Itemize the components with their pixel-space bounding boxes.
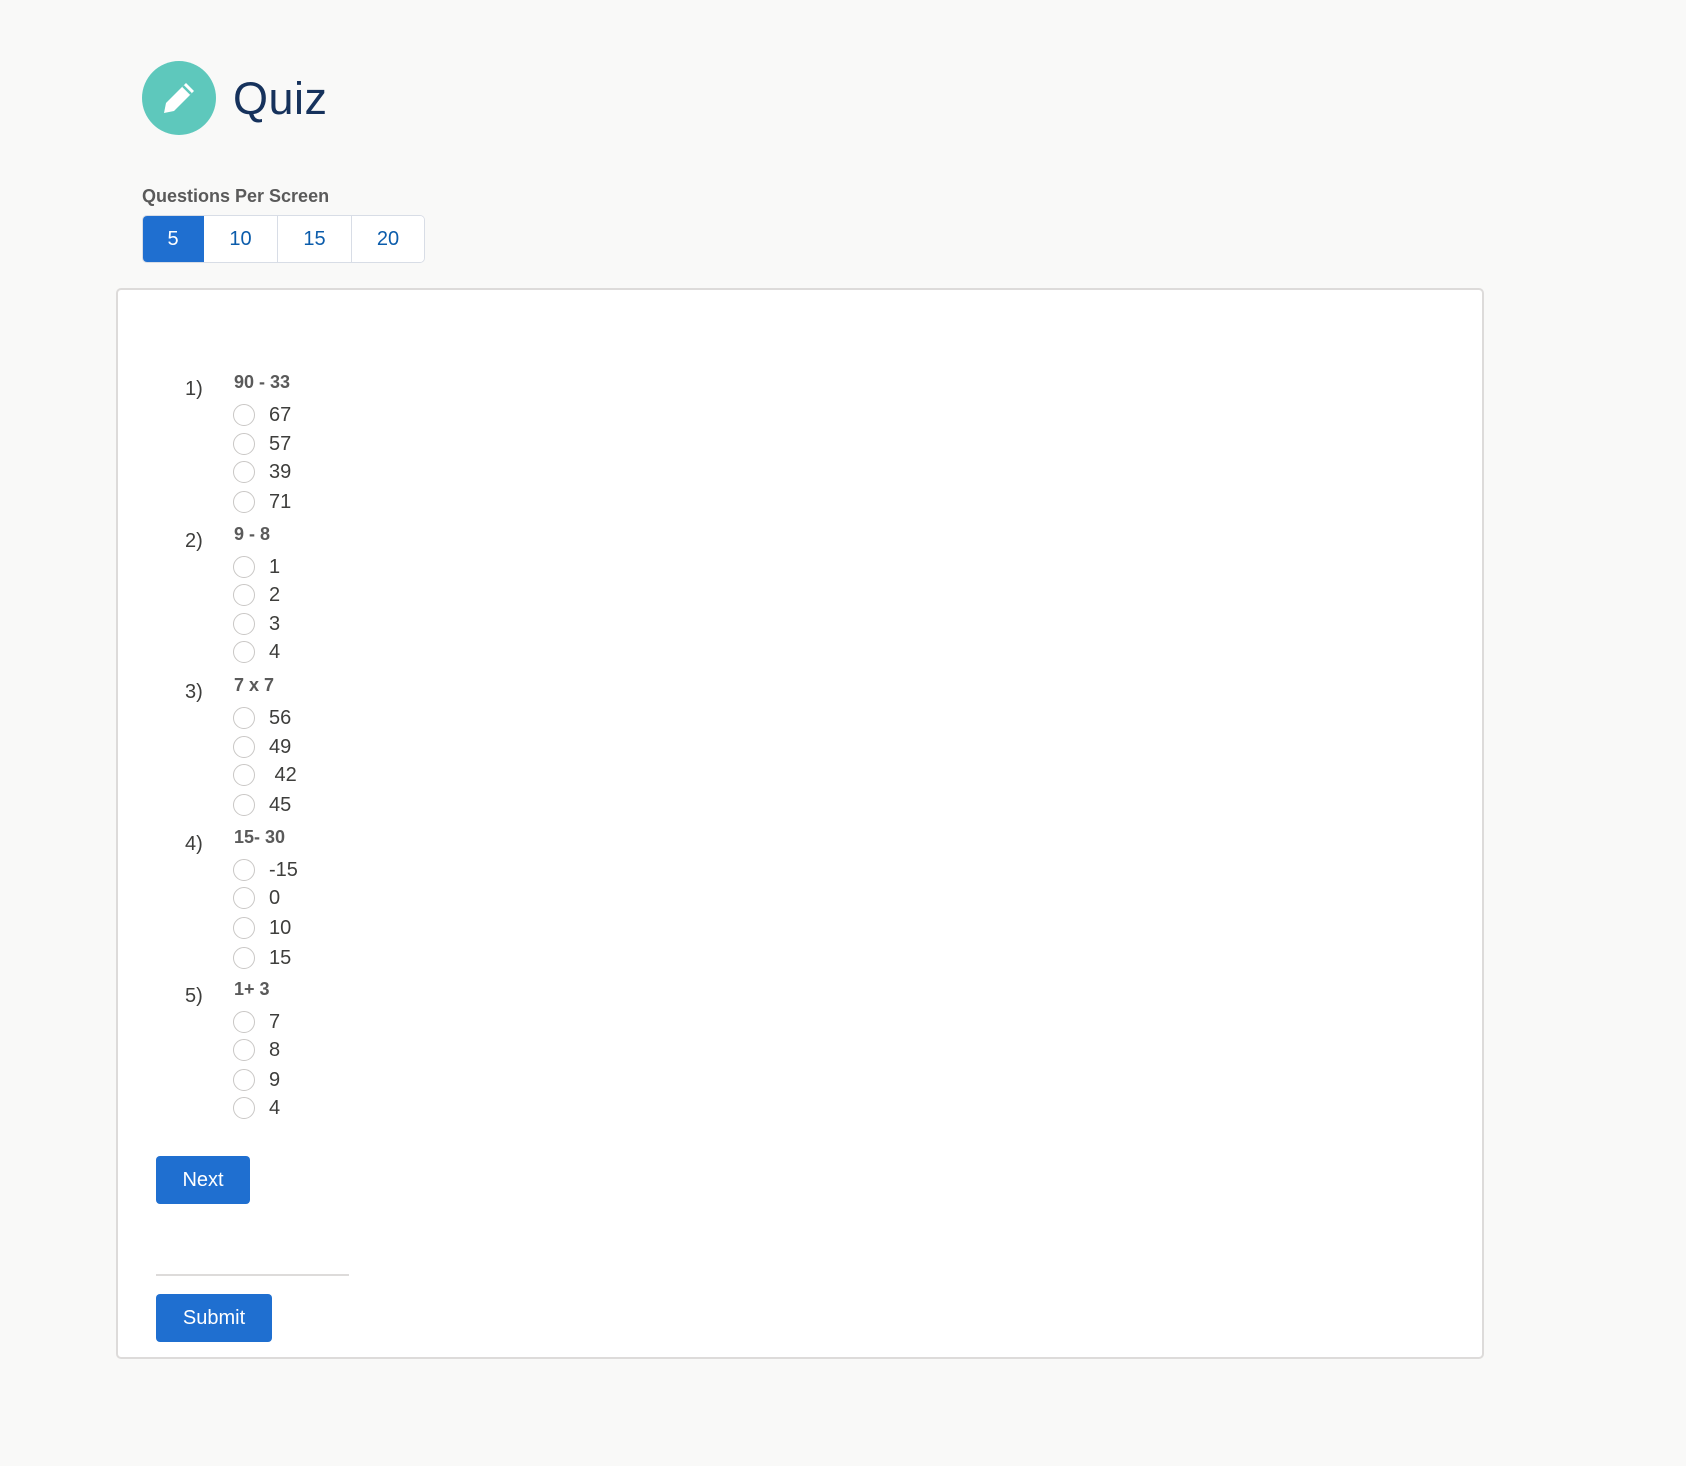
radio-button[interactable]: [233, 1039, 255, 1061]
question-number: 4): [185, 833, 203, 855]
answer-option[interactable]: 45: [233, 791, 291, 819]
qps-option-15[interactable]: 15: [278, 216, 352, 262]
answer-option[interactable]: 71: [233, 488, 291, 516]
answer-label: 2: [269, 583, 281, 606]
answer-option[interactable]: 15: [233, 944, 291, 972]
radio-button[interactable]: [233, 887, 255, 909]
question-number: 1): [185, 378, 203, 400]
questions-per-screen-label: Questions Per Screen: [142, 186, 330, 206]
radio-button[interactable]: [233, 794, 255, 816]
answer-label: 4: [269, 1096, 281, 1119]
answer-label: -15: [269, 858, 298, 881]
radio-button[interactable]: [233, 917, 255, 939]
answer-option[interactable]: 8: [233, 1036, 280, 1064]
qps-option-20[interactable]: 20: [352, 216, 424, 262]
answer-label: 0: [269, 886, 281, 909]
answer-label: 45: [269, 793, 292, 816]
radio-button[interactable]: [233, 641, 255, 663]
answer-option[interactable]: 4: [233, 638, 280, 666]
answer-label: 57: [269, 432, 292, 455]
question-number: 3): [185, 681, 203, 703]
answer-label: 67: [269, 403, 292, 426]
radio-button[interactable]: [233, 613, 255, 635]
next-button[interactable]: Next: [156, 1156, 250, 1204]
divider: [156, 1274, 349, 1276]
pencil-icon: [142, 61, 216, 135]
answer-option[interactable]: 9: [233, 1066, 280, 1094]
radio-button[interactable]: [233, 736, 255, 758]
page-title: Quiz: [233, 72, 328, 124]
answer-option[interactable]: 39: [233, 458, 291, 486]
radio-button[interactable]: [233, 947, 255, 969]
answer-label: 8: [269, 1038, 281, 1061]
answer-label: 7: [269, 1010, 281, 1033]
answer-label: 39: [269, 460, 292, 483]
radio-button[interactable]: [233, 1011, 255, 1033]
answer-option[interactable]: 57: [233, 430, 291, 458]
qps-option-5[interactable]: 5: [143, 216, 204, 262]
question-text: 15- 30: [234, 827, 286, 847]
question-text: 9 - 8: [234, 524, 271, 544]
radio-button[interactable]: [233, 556, 255, 578]
answer-option[interactable]: 56: [233, 704, 291, 732]
radio-button[interactable]: [233, 433, 255, 455]
answer-option[interactable]: 4: [233, 1094, 280, 1122]
question-text: 1+ 3: [234, 979, 270, 999]
questions-per-screen-group: 5 10 15 20: [142, 215, 425, 263]
answer-option[interactable]: 2: [233, 581, 280, 609]
answer-option[interactable]: 10: [233, 914, 291, 942]
page-header: Quiz: [142, 61, 328, 135]
radio-button[interactable]: [233, 491, 255, 513]
radio-button[interactable]: [233, 404, 255, 426]
answer-label: 42: [269, 763, 297, 786]
radio-button[interactable]: [233, 764, 255, 786]
answer-label: 1: [269, 555, 281, 578]
answer-option[interactable]: 49: [233, 733, 291, 761]
answer-option[interactable]: 0: [233, 884, 280, 912]
radio-button[interactable]: [233, 707, 255, 729]
answer-label: 3: [269, 612, 281, 635]
qps-option-10[interactable]: 10: [204, 216, 278, 262]
radio-button[interactable]: [233, 1097, 255, 1119]
answer-label: 9: [269, 1068, 281, 1091]
answer-option[interactable]: 3: [233, 610, 280, 638]
question-text: 90 - 33: [234, 372, 291, 392]
radio-button[interactable]: [233, 1069, 255, 1091]
answer-label: 71: [269, 490, 292, 513]
answer-option[interactable]: 42: [233, 761, 297, 789]
answer-label: 56: [269, 706, 292, 729]
submit-button[interactable]: Submit: [156, 1294, 272, 1342]
radio-button[interactable]: [233, 584, 255, 606]
answer-option[interactable]: 7: [233, 1008, 280, 1036]
answer-option[interactable]: 1: [233, 553, 280, 581]
answer-option[interactable]: -15: [233, 856, 298, 884]
answer-label: 10: [269, 916, 292, 939]
question-text: 7 x 7: [234, 675, 275, 695]
question-number: 2): [185, 530, 203, 552]
answer-label: 49: [269, 735, 292, 758]
answer-label: 4: [269, 640, 281, 663]
quiz-card: 1) 90 - 33 67 57 39 71 2) 9 - 8 1 2 3 4 …: [116, 288, 1484, 1359]
answer-option[interactable]: 67: [233, 401, 291, 429]
question-number: 5): [185, 985, 203, 1007]
radio-button[interactable]: [233, 461, 255, 483]
answer-label: 15: [269, 946, 292, 969]
radio-button[interactable]: [233, 859, 255, 881]
